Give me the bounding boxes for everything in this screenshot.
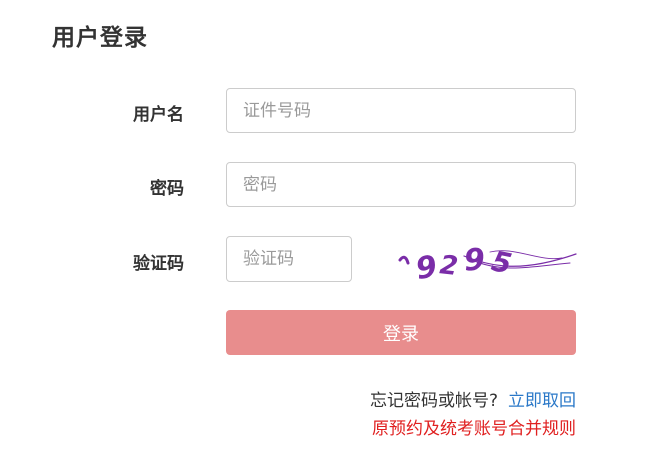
captcha-char-3: 9 [463,242,486,278]
forgot-text: 忘记密码或帐号? [369,391,498,411]
forgot-line: 忘记密码或帐号? 立即取回 [370,386,576,411]
rules-link[interactable]: 原预约及统考账号合并规则 [372,414,576,439]
captcha-char-1: 9 [413,249,440,286]
captcha-image[interactable]: 9 2 9 5 [394,236,578,286]
page-title: 用户登录 [52,25,148,51]
login-button[interactable]: 登录 [226,310,576,355]
captcha-char-4: 5 [489,244,515,280]
captcha-input[interactable] [226,236,352,282]
password-input[interactable] [226,162,576,207]
recover-link[interactable]: 立即取回 [508,391,576,411]
username-label: 用户名 [133,105,184,125]
captcha-label: 验证码 [133,254,184,274]
username-input[interactable] [226,88,576,133]
password-label: 密码 [150,179,184,199]
captcha-char-2: 2 [438,250,459,282]
